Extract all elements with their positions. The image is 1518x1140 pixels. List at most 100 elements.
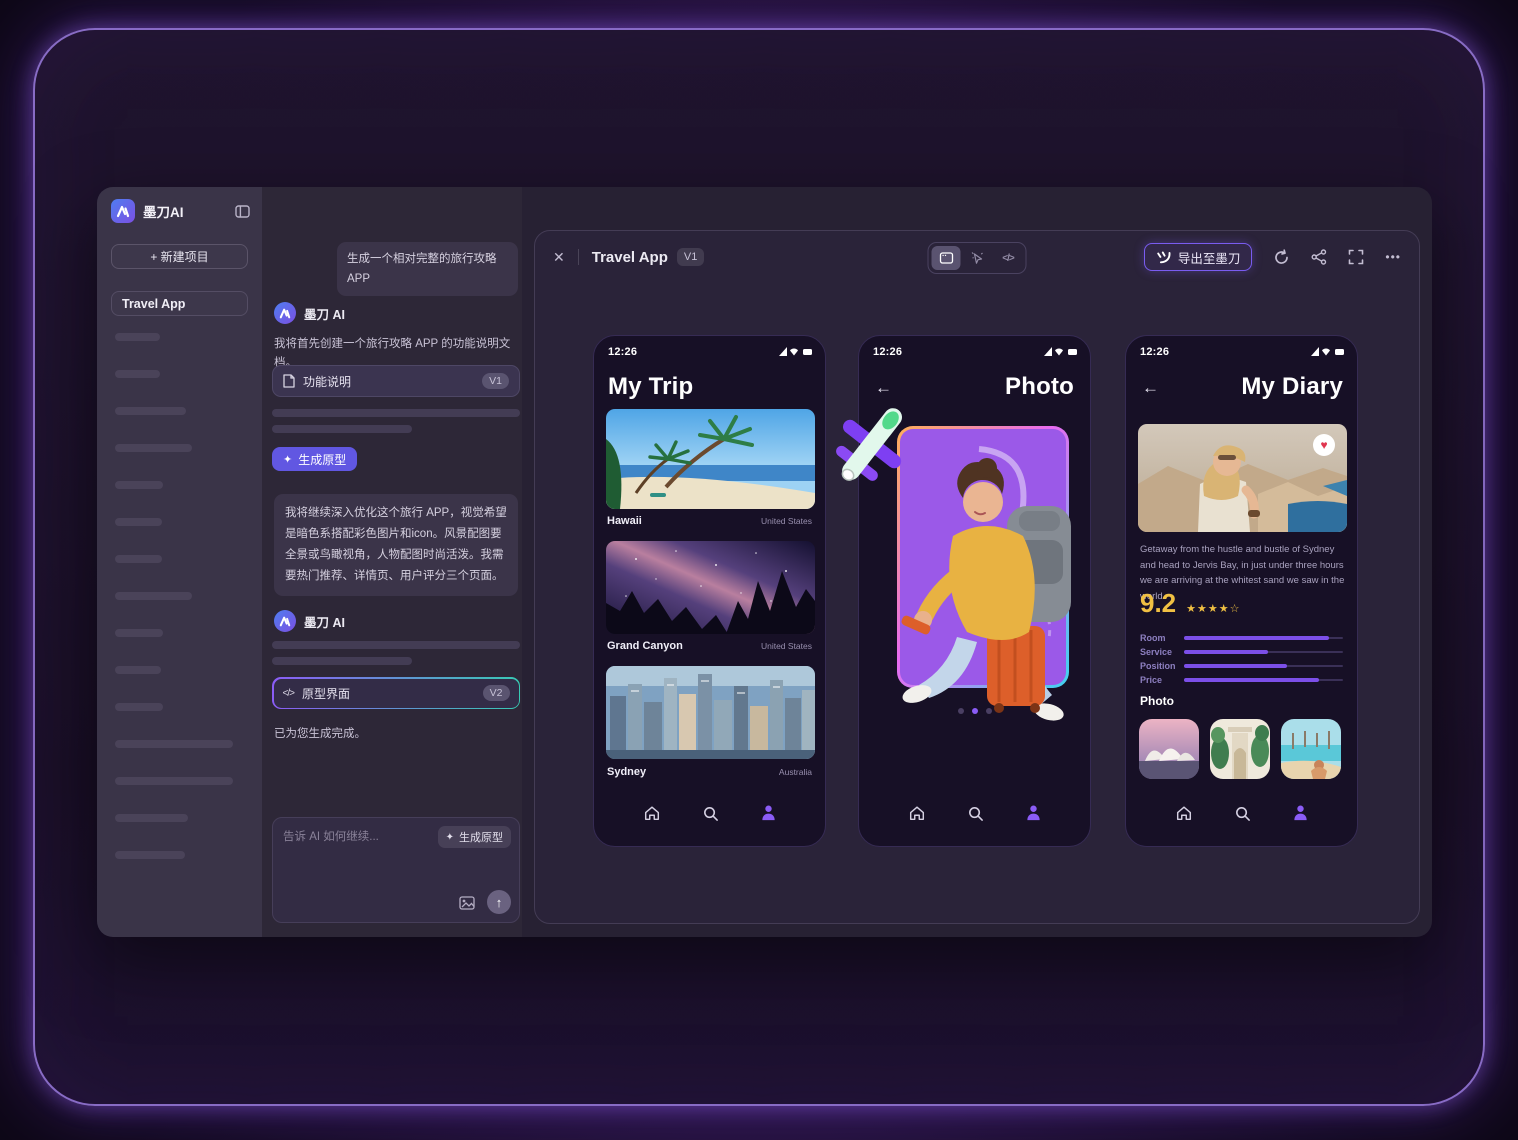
trip-country: Australia bbox=[779, 767, 812, 777]
metric-label: Position bbox=[1140, 661, 1184, 671]
search-icon[interactable] bbox=[1234, 805, 1251, 822]
user-message: 生成一个相对完整的旅行攻略 APP bbox=[337, 242, 518, 296]
diary-thumbnail-opera-house[interactable] bbox=[1139, 719, 1199, 779]
status-bar: 12:26 bbox=[1140, 346, 1345, 358]
preview-header: ✕ Travel App V1 </> bbox=[535, 231, 1419, 283]
share-icon bbox=[1311, 249, 1327, 265]
ai-name: 墨刀 AI bbox=[304, 612, 345, 631]
prototype-version-badge: V2 bbox=[483, 685, 510, 701]
header-actions: 导出至墨刀 ••• bbox=[1144, 243, 1401, 271]
profile-icon-active[interactable] bbox=[1292, 804, 1309, 822]
metric-label: Service bbox=[1140, 647, 1184, 657]
sparkle-icon: ✦ bbox=[446, 832, 454, 843]
screen-title: My Trip bbox=[608, 373, 693, 401]
tab-code-mode[interactable]: </> bbox=[994, 246, 1023, 270]
status-bar: 12:26 bbox=[608, 346, 813, 358]
tab-select-mode[interactable] bbox=[963, 246, 992, 270]
airplane-illustration bbox=[829, 397, 913, 497]
more-icon: ••• bbox=[1385, 250, 1401, 264]
trip-title: Sydney bbox=[607, 766, 646, 778]
preview-title: Travel App bbox=[592, 249, 668, 266]
attach-image-icon[interactable] bbox=[459, 896, 475, 910]
prototype-card[interactable]: </> 原型界面 V2 bbox=[272, 677, 520, 709]
new-project-button[interactable]: + 新建项目 bbox=[111, 244, 248, 269]
ai-message-header: 墨刀 AI bbox=[274, 610, 345, 632]
diary-thumbnail-beach[interactable] bbox=[1281, 719, 1341, 779]
metric-label: Room bbox=[1140, 633, 1184, 643]
trip-card-image-sydney[interactable] bbox=[606, 666, 815, 759]
ai-avatar bbox=[274, 302, 296, 324]
rating-score: 9.2 bbox=[1140, 588, 1176, 619]
send-button[interactable]: ↑ bbox=[487, 890, 511, 914]
skeleton-bar bbox=[115, 703, 163, 711]
sparkle-icon: ✦ bbox=[283, 453, 292, 466]
trip-card-image-hawaii[interactable] bbox=[606, 409, 815, 509]
tab-preview-mode[interactable] bbox=[932, 246, 961, 270]
favorite-button[interactable]: ♥ bbox=[1313, 434, 1335, 456]
status-bar: 12:26 bbox=[873, 346, 1078, 358]
skeleton-bar bbox=[115, 481, 163, 489]
app-window: 墨刀AI + 新建项目 Travel App 生成一个相对完整的旅行攻略 APP… bbox=[33, 28, 1485, 1106]
skeleton-bar bbox=[115, 629, 163, 637]
status-icons bbox=[779, 347, 813, 357]
skeleton-bar bbox=[115, 407, 186, 415]
trip-title: Hawaii bbox=[607, 515, 642, 527]
new-project-label: + 新建项目 bbox=[150, 248, 208, 265]
rating-row: 9.2 ★★★★☆ bbox=[1140, 588, 1240, 619]
close-preview-button[interactable]: ✕ bbox=[553, 249, 565, 266]
screen-title: My Diary bbox=[1241, 373, 1343, 401]
project-item-label: Travel App bbox=[122, 297, 185, 311]
bottom-nav bbox=[859, 798, 1090, 828]
trip-country: United States bbox=[761, 641, 812, 651]
ai-message-header: 墨刀 AI bbox=[274, 302, 345, 324]
collapse-sidebar-icon[interactable] bbox=[235, 205, 250, 218]
heart-icon: ♥ bbox=[1320, 438, 1327, 452]
export-to-modao-button[interactable]: 导出至墨刀 bbox=[1144, 243, 1253, 271]
document-icon bbox=[283, 374, 295, 388]
home-icon[interactable] bbox=[643, 804, 661, 822]
back-button[interactable]: ← bbox=[1142, 378, 1159, 398]
skeleton-bar bbox=[115, 777, 233, 785]
skeleton-bar bbox=[115, 592, 192, 600]
trip-card-image-grand-canyon[interactable] bbox=[606, 541, 815, 634]
ai-avatar bbox=[274, 610, 296, 632]
search-icon[interactable] bbox=[702, 805, 719, 822]
metric-position: Position bbox=[1140, 661, 1343, 671]
metric-service: Service bbox=[1140, 647, 1343, 657]
fullscreen-button[interactable] bbox=[1348, 249, 1364, 265]
share-button[interactable] bbox=[1311, 249, 1327, 265]
metric-bar bbox=[1184, 650, 1268, 654]
phone-screen-my-trip: 12:26 My Trip bbox=[593, 335, 826, 847]
search-icon[interactable] bbox=[967, 805, 984, 822]
profile-icon-active[interactable] bbox=[1025, 804, 1042, 822]
trip-country: United States bbox=[761, 516, 812, 526]
skeleton-bar bbox=[272, 641, 520, 649]
bottom-nav bbox=[1126, 798, 1357, 828]
sidebar-item-travel-app[interactable]: Travel App bbox=[111, 291, 248, 316]
refresh-button[interactable] bbox=[1273, 249, 1290, 266]
skeleton-bar bbox=[115, 740, 233, 748]
status-icons bbox=[1311, 347, 1345, 357]
app-screenshot: 墨刀AI + 新建项目 Travel App 生成一个相对完整的旅行攻略 APP… bbox=[97, 187, 1432, 937]
prototype-preview-card: ✕ Travel App V1 </> bbox=[534, 230, 1420, 924]
modao-mark-icon bbox=[1156, 251, 1171, 264]
more-button[interactable]: ••• bbox=[1385, 250, 1401, 264]
metric-bar bbox=[1184, 636, 1329, 640]
skeleton-bar bbox=[115, 333, 160, 341]
user-message: 我将继续深入优化这个旅行 APP，视觉希望是暗色系搭配彩色图片和icon。风景配… bbox=[274, 494, 518, 596]
view-mode-switch: </> bbox=[928, 242, 1027, 274]
skeleton-bar bbox=[115, 444, 192, 452]
modao-logo-icon bbox=[111, 199, 135, 223]
home-icon[interactable] bbox=[908, 804, 926, 822]
home-icon[interactable] bbox=[1175, 804, 1193, 822]
close-icon: ✕ bbox=[553, 249, 565, 266]
doc-card[interactable]: 功能说明 V1 bbox=[272, 365, 520, 397]
carousel-dots[interactable] bbox=[859, 708, 1090, 714]
cursor-sparkle-icon bbox=[970, 251, 984, 265]
diary-thumbnail-white-building[interactable] bbox=[1210, 719, 1270, 779]
profile-icon-active[interactable] bbox=[760, 804, 777, 822]
generate-prototype-button[interactable]: ✦ 生成原型 bbox=[272, 447, 357, 471]
fullscreen-icon bbox=[1348, 249, 1364, 265]
skeleton-bar bbox=[115, 370, 160, 378]
generate-prototype-button-small[interactable]: ✦ 生成原型 bbox=[438, 826, 511, 848]
